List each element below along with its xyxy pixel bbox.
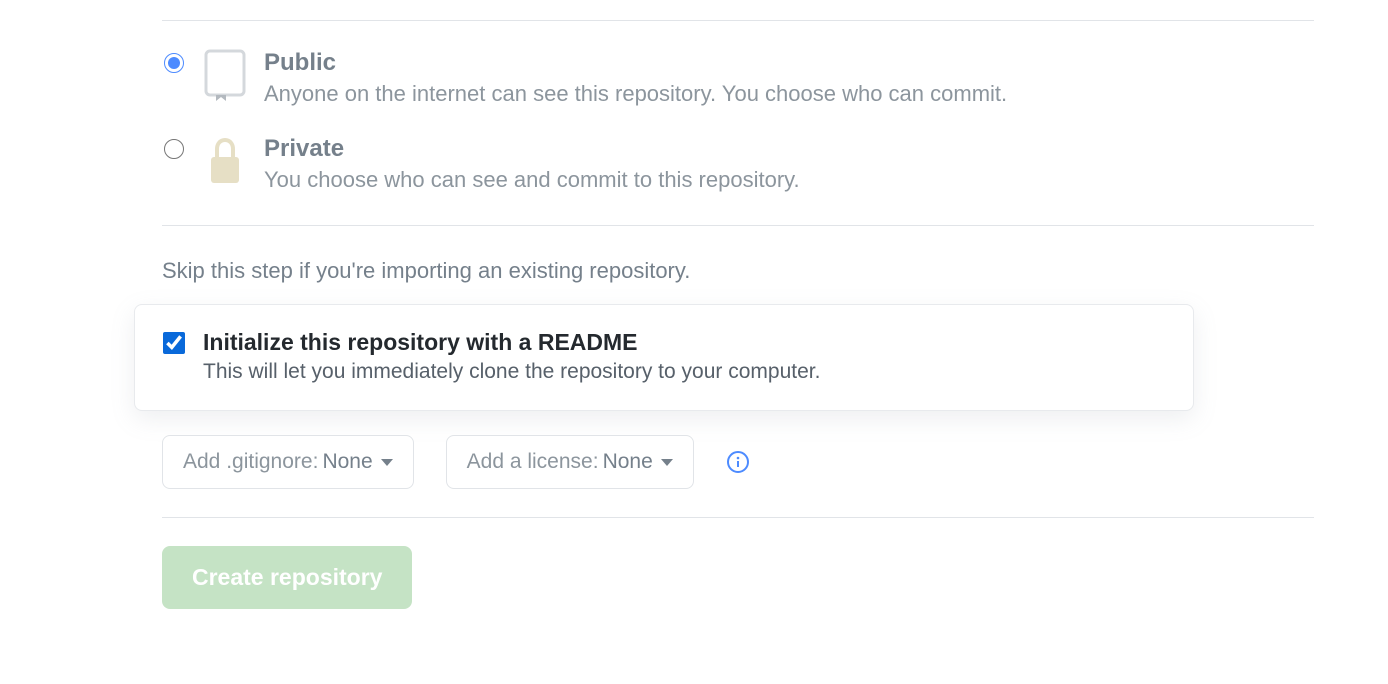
readme-text: Initialize this repository with a README… [203,329,1165,384]
readme-description: This will let you immediately clone the … [203,360,1165,384]
public-text: Public Anyone on the internet can see th… [264,49,1314,107]
repo-icon [204,49,246,97]
section-divider [162,225,1314,226]
caret-down-icon [661,459,673,466]
radio-public[interactable] [164,53,184,73]
public-title: Public [264,49,1314,77]
visibility-option-public[interactable]: Public Anyone on the internet can see th… [162,49,1314,107]
gitignore-dropdown[interactable]: Add .gitignore: None [162,435,414,489]
license-dropdown[interactable]: Add a license: None [446,435,694,489]
readme-checkbox[interactable] [163,332,185,354]
radio-private-wrapper [164,139,186,161]
radio-private[interactable] [164,139,184,159]
readme-title: Initialize this repository with a README [203,329,1165,356]
import-hint: Skip this step if you're importing an ex… [162,258,1314,284]
license-value: None [603,450,653,474]
readme-checkbox-wrapper [163,332,185,359]
create-repository-button[interactable]: Create repository [162,546,412,609]
dropdown-row: Add .gitignore: None Add a license: None [162,435,1314,489]
radio-public-wrapper [164,53,186,75]
visibility-section: Public Anyone on the internet can see th… [162,21,1314,225]
submit-row: Create repository [162,546,1314,609]
visibility-option-private[interactable]: Private You choose who can see and commi… [162,135,1314,193]
info-icon[interactable] [726,450,750,474]
gitignore-label: Add .gitignore: [183,450,318,474]
caret-down-icon [381,459,393,466]
lock-icon [204,135,246,183]
section-divider [162,517,1314,518]
public-description: Anyone on the internet can see this repo… [264,81,1314,107]
readme-card: Initialize this repository with a README… [134,304,1194,411]
private-text: Private You choose who can see and commi… [264,135,1314,193]
private-title: Private [264,135,1314,163]
license-label: Add a license: [467,450,599,474]
private-description: You choose who can see and commit to thi… [264,167,1314,193]
gitignore-value: None [322,450,372,474]
